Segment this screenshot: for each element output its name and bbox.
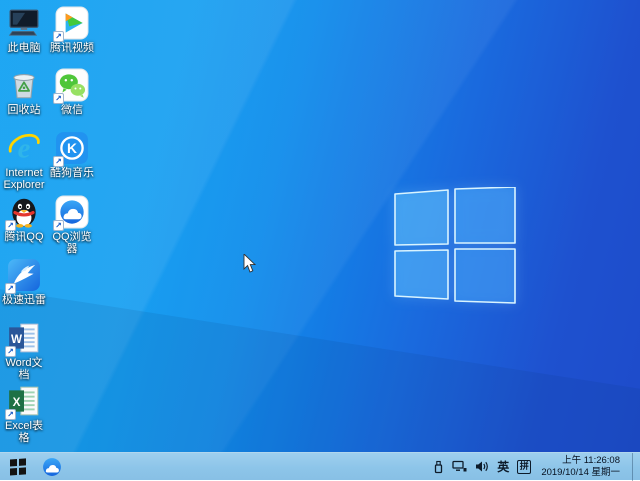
icon-label: 腾讯视频 [48, 42, 96, 54]
thunder-icon: ↗ [7, 258, 41, 292]
icon-label: 极速迅雷 [0, 294, 48, 306]
taskbar: 英 拼 上午 11:26:08 2019/10/14 星期一 [0, 452, 640, 480]
word-icon: W ↗ [7, 321, 41, 355]
mouse-cursor [243, 254, 257, 274]
shortcut-badge: ↗ [53, 93, 64, 104]
taskbar-clock[interactable]: 上午 11:26:08 2019/10/14 星期一 [539, 455, 624, 478]
icon-label: 此电脑 [0, 42, 48, 54]
clock-time: 上午 11:26:08 [541, 455, 620, 467]
tencent-qq-icon: ↗ [7, 195, 41, 229]
svg-text:K: K [67, 140, 77, 156]
clock-date: 2019/10/14 星期一 [541, 467, 620, 479]
icon-label: QQ浏览器 [48, 231, 96, 255]
wechat-icon: ↗ [55, 68, 89, 102]
system-tray: 英 拼 上午 11:26:08 2019/10/14 星期一 [433, 453, 640, 481]
qq-browser-icon: ↗ [55, 195, 89, 229]
desktop-icon-wechat[interactable]: ↗ 微信 [48, 68, 96, 116]
kugou-music-icon: K ↗ [55, 131, 89, 165]
desktop-icon-tencent-qq[interactable]: ↗ 腾讯QQ [0, 195, 48, 243]
taskbar-app-qq-browser[interactable] [36, 453, 68, 481]
ime-language-indicator[interactable]: 英 [497, 453, 509, 481]
shortcut-badge: ↗ [5, 283, 16, 294]
show-desktop-button[interactable] [632, 453, 637, 481]
desktop-icon-recycle-bin[interactable]: 回收站 [0, 68, 48, 116]
qq-browser-icon [41, 456, 63, 478]
tencent-video-icon: ↗ [55, 6, 89, 40]
recycle-bin-icon [7, 68, 41, 102]
windows-start-icon [10, 458, 26, 475]
shortcut-badge: ↗ [53, 31, 64, 42]
icon-label: 酷狗音乐 [48, 167, 96, 179]
svg-text:X: X [13, 396, 21, 409]
shortcut-badge: ↗ [53, 220, 64, 231]
desktop-icon-qq-browser[interactable]: ↗ QQ浏览器 [48, 195, 96, 255]
shortcut-badge: ↗ [53, 156, 64, 167]
usb-device-icon[interactable] [433, 453, 444, 481]
shortcut-badge: ↗ [5, 409, 16, 420]
shortcut-badge: ↗ [5, 346, 16, 357]
windows-logo [394, 187, 516, 304]
start-button[interactable] [0, 453, 36, 481]
icon-label: 微信 [48, 104, 96, 116]
desktop-icon-thunder[interactable]: ↗ 极速迅雷 [0, 258, 48, 306]
network-icon[interactable] [452, 453, 467, 481]
desktop-icon-word[interactable]: W ↗ Word文档 [0, 321, 48, 381]
ime-pinyin-icon[interactable]: 拼 [517, 460, 531, 474]
volume-icon[interactable] [475, 453, 489, 481]
desktop-icon-kugou-music[interactable]: K ↗ 酷狗音乐 [48, 131, 96, 179]
icon-label: 回收站 [0, 104, 48, 116]
this-pc-icon [7, 6, 41, 40]
internet-explorer-icon: e [7, 131, 41, 165]
icon-label: 腾讯QQ [0, 231, 48, 243]
icon-label: Internet Explorer [0, 167, 48, 191]
icon-label: Excel表格 [0, 420, 48, 444]
desktop-icon-internet-explorer[interactable]: e Internet Explorer [0, 131, 48, 191]
desktop-icon-tencent-video[interactable]: ↗ 腾讯视频 [48, 6, 96, 54]
svg-text:W: W [11, 333, 22, 346]
desktop-icon-this-pc[interactable]: 此电脑 [0, 6, 48, 54]
excel-icon: X ↗ [7, 384, 41, 418]
shortcut-badge: ↗ [5, 220, 16, 231]
desktop-icon-excel[interactable]: X ↗ Excel表格 [0, 384, 48, 444]
desktop-wallpaper: 此电脑 回收站 e Internet Explorer [0, 0, 640, 452]
icon-label: Word文档 [0, 357, 48, 381]
